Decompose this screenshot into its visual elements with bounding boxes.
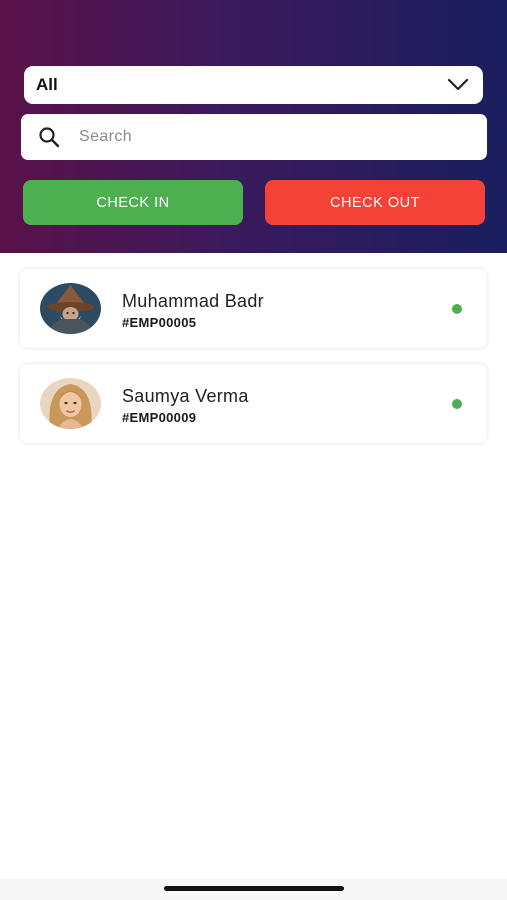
filter-dropdown[interactable]: All [24, 66, 483, 104]
status-active-icon [452, 399, 462, 409]
search-icon [37, 125, 61, 149]
home-indicator[interactable] [164, 886, 344, 891]
employee-id: #EMP00005 [122, 315, 197, 330]
employee-card[interactable]: Saumya Verma #EMP00009 [20, 364, 487, 443]
employee-id: #EMP00009 [122, 410, 197, 425]
check-out-button[interactable]: CHECK OUT [265, 180, 485, 225]
employee-card[interactable]: Muhammad Badr #EMP00005 [20, 269, 487, 348]
avatar [40, 283, 101, 334]
employee-name: Saumya Verma [122, 386, 249, 406]
search-bar[interactable] [21, 114, 487, 160]
status-active-icon [452, 304, 462, 314]
chevron-down-icon [447, 74, 469, 96]
employee-name: Muhammad Badr [122, 291, 264, 311]
search-input[interactable] [77, 127, 461, 147]
woman-avatar-icon [40, 378, 101, 429]
avatar [40, 378, 101, 429]
wizard-avatar-icon [40, 283, 101, 334]
header-panel: All CHECK IN CHECK OUT [0, 0, 507, 253]
filter-selected-value: All [36, 75, 58, 94]
check-in-button[interactable]: CHECK IN [23, 180, 243, 225]
